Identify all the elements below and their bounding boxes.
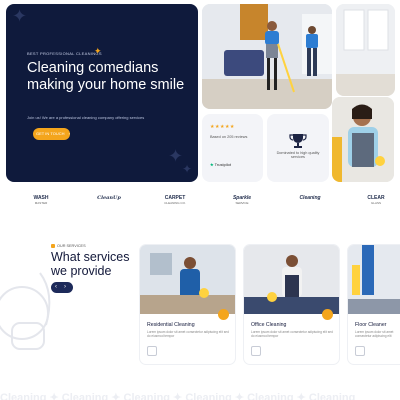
logo-sparkle: Sparkle SERVICE <box>224 195 260 205</box>
service-badge <box>218 309 229 320</box>
photo-cleaning-woman <box>332 97 394 182</box>
service-name: Floor Cleaner <box>355 322 387 328</box>
arrow-right-icon: › <box>68 131 70 136</box>
service-desc: Lorem ipsum dolor sit amet consectetur a… <box>355 330 394 339</box>
service-name: Office Cleaning <box>251 322 287 328</box>
services-eyebrow: OUR SERVICES <box>51 244 86 248</box>
logo-title: Cleaning <box>299 195 321 201</box>
next-arrow-icon[interactable]: › <box>64 282 66 293</box>
service-card-residential[interactable]: Residential Cleaning Lorem ipsum dolor s… <box>139 244 236 365</box>
eyebrow-label: OUR SERVICES <box>57 244 86 248</box>
services-title: What services we provide <box>51 250 130 278</box>
award-card: Dominated to high quality services <box>267 114 329 182</box>
marquee-strip: Cleaning ✦ Cleaning ✦ Cleaning ✦ Cleanin… <box>0 388 400 400</box>
service-desc: Lorem ipsum dolor sit amet consectetur a… <box>147 330 229 339</box>
service-image <box>244 245 339 314</box>
rating-card: ★★★★★ Based on 205 reviews ★ Trustpilot <box>202 114 263 182</box>
logo-cleaning: Cleaning <box>292 195 328 201</box>
trustpilot-logo: ★ Trustpilot <box>210 162 231 167</box>
carousel-arrows: ‹ › <box>51 282 73 293</box>
service-badge <box>322 309 333 320</box>
hero-photo-cleaners <box>202 4 332 109</box>
floor-icon <box>355 346 365 356</box>
cta-label: GET IN TOUCH <box>36 131 65 136</box>
logo-cleanup: CleanUp <box>92 195 126 201</box>
service-card-floor[interactable]: Floor Cleaner Lorem ipsum dolor sit amet… <box>347 244 400 365</box>
photo-window-room <box>336 4 395 96</box>
prev-arrow-icon[interactable]: ‹ <box>55 282 57 293</box>
sparkle-icon: ✦ <box>168 146 184 166</box>
service-desc: Lorem ipsum dolor sit amet consectetur a… <box>251 330 333 339</box>
service-image <box>140 245 235 314</box>
sparkle-accent-icon: ✦ <box>94 46 102 56</box>
star-rating: ★★★★★ <box>210 124 235 130</box>
logo-clear-glass: CLEAR GLASS <box>358 195 394 205</box>
logo-sub: GLASS <box>370 201 381 205</box>
hero-subtitle: Join us! We are a professional cleaning … <box>27 115 145 120</box>
logo-sub: MASTER <box>34 201 48 205</box>
hero-panel: ✦ ✦ ✦ BEST PROFESSIONAL CLEANINGS ✦ Clea… <box>6 4 198 182</box>
trustpilot-label: Trustpilot <box>214 162 231 167</box>
trophy-icon <box>289 134 307 148</box>
marquee-text: Cleaning ✦ Cleaning ✦ Cleaning ✦ Cleanin… <box>0 392 356 400</box>
sparkle-icon: ✦ <box>182 162 193 176</box>
logo-sub: CLEANING CO. <box>164 201 186 205</box>
logo-title: CleanUp <box>97 195 121 201</box>
office-icon <box>251 346 261 356</box>
logo-wash: WASH MASTER <box>26 195 56 205</box>
home-icon <box>147 346 157 356</box>
hero-eyebrow: BEST PROFESSIONAL CLEANINGS <box>27 51 102 56</box>
logo-carpet: CARPET CLEANING CO. <box>158 195 192 205</box>
service-name: Residential Cleaning <box>147 322 195 328</box>
service-card-office[interactable]: Office Cleaning Lorem ipsum dolor sit am… <box>243 244 340 365</box>
sparkle-icon: ✦ <box>12 6 28 26</box>
award-text: Dominated to high quality services <box>276 151 320 159</box>
logo-sub: SERVICE <box>235 201 249 205</box>
hero-title: Cleaning comedians making your home smil… <box>27 60 185 93</box>
partner-logos: WASH MASTER CleanUp CARPET CLEANING CO. … <box>0 195 400 211</box>
rating-text: Based on 205 reviews <box>210 135 248 139</box>
get-in-touch-button[interactable]: GET IN TOUCH › <box>33 128 70 140</box>
service-image <box>348 245 400 314</box>
